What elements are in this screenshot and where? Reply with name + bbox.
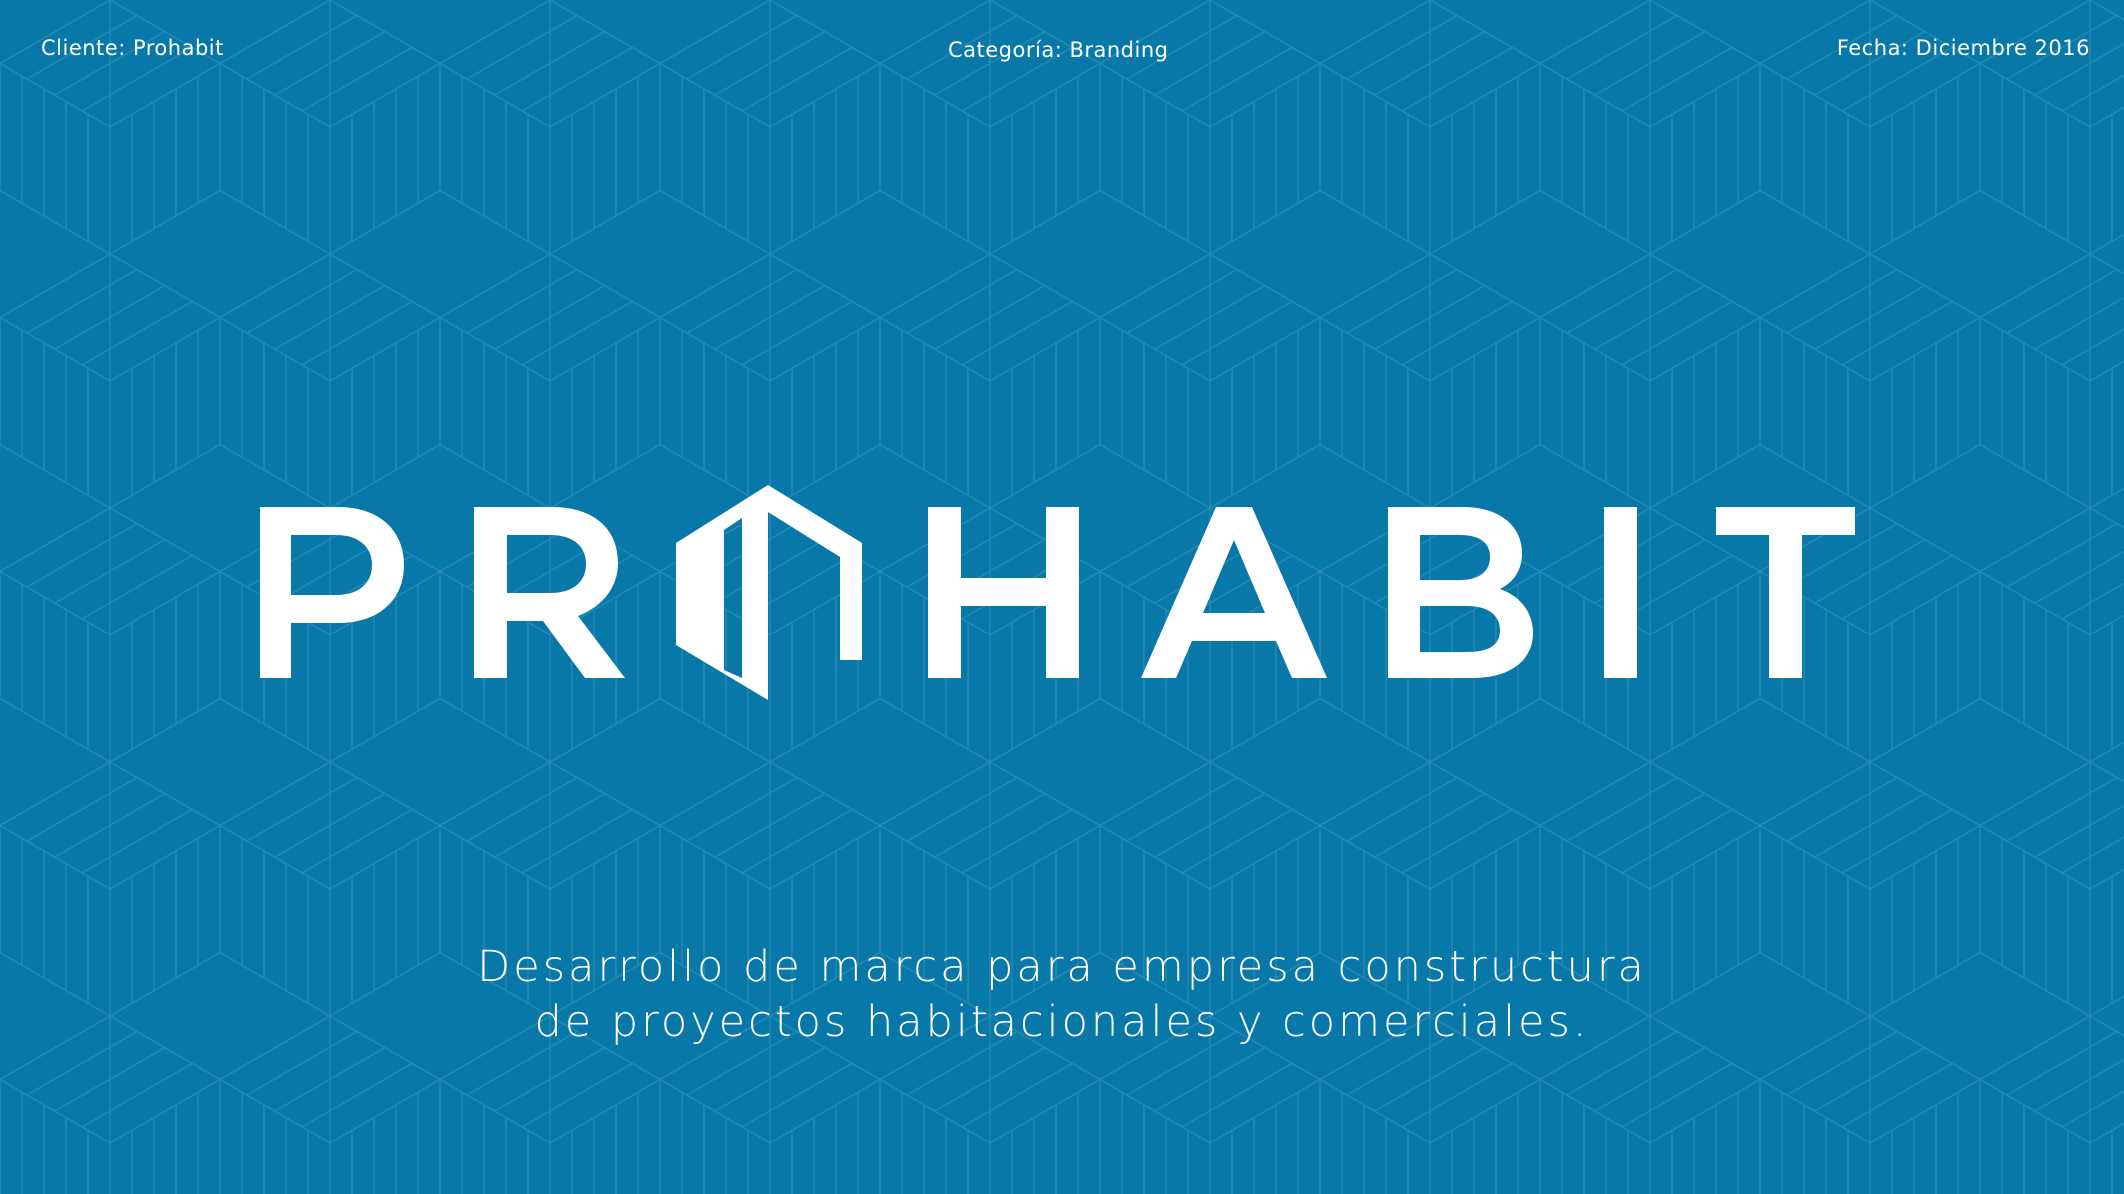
logo-letter-a: [1141, 507, 1327, 678]
house-cube-icon: [676, 485, 862, 700]
logo-letter-i: [1604, 507, 1637, 678]
logo-letter-b: [1388, 507, 1533, 678]
tagline-line-1: Desarrollo de marca para empresa constru…: [477, 942, 1647, 992]
logo-letter-t: [1716, 507, 1855, 678]
tagline-line-2: de proyectos habitacionales y comerciale…: [534, 997, 1590, 1047]
logo-letter-h: [928, 507, 1079, 678]
tagline: Desarrollo de marca para empresa constru…: [0, 940, 2124, 1050]
logo-letter-r: [474, 507, 625, 678]
logo-letter-p: [260, 507, 404, 678]
